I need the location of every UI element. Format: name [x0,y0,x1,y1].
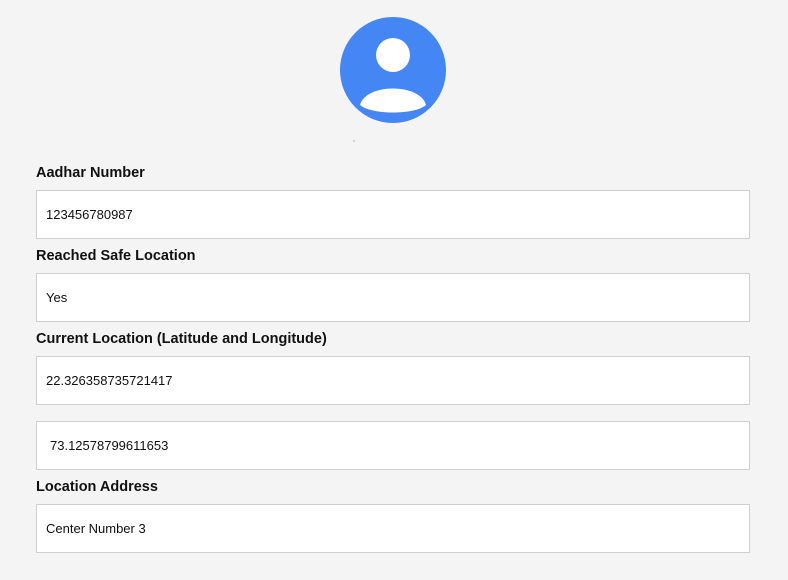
aadhar-label: Aadhar Number [36,165,145,181]
divider-dot [353,140,355,142]
location-address-label: Location Address [36,479,158,495]
longitude-field[interactable]: 73.12578799611653 [36,421,750,470]
reached-safe-location-field[interactable]: Yes [36,273,750,322]
location-address-field[interactable]: Center Number 3 [36,504,750,553]
current-location-label: Current Location (Latitude and Longitude… [36,331,327,347]
aadhar-field[interactable]: 123456780987 [36,190,750,239]
user-avatar-icon [340,17,446,123]
latitude-field[interactable]: 22.326358735721417 [36,356,750,405]
profile-page: Aadhar Number 123456780987 Reached Safe … [0,0,788,580]
reached-safe-location-label: Reached Safe Location [36,248,196,264]
